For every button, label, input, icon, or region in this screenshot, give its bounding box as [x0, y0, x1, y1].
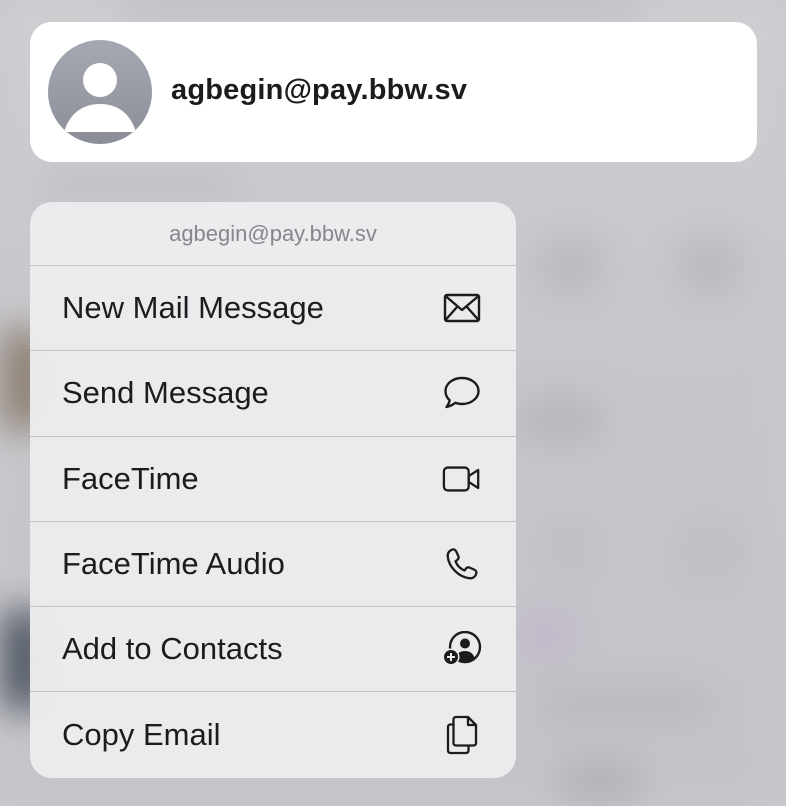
- copy-email-item[interactable]: Copy Email: [30, 692, 516, 777]
- envelope-icon: [442, 288, 482, 328]
- menu-item-label: Send Message: [62, 375, 269, 411]
- facetime-audio-item[interactable]: FaceTime Audio: [30, 522, 516, 608]
- new-mail-message-item[interactable]: New Mail Message: [30, 266, 516, 352]
- menu-item-label: New Mail Message: [62, 290, 324, 326]
- add-to-contacts-item[interactable]: Add to Contacts: [30, 607, 516, 693]
- copy-documents-icon: [442, 715, 482, 755]
- contact-name: agbegin@pay.bbw.sv: [171, 74, 468, 106]
- contact-card: agbegin@pay.bbw.sv: [30, 22, 757, 162]
- avatar: [48, 40, 152, 144]
- send-message-item[interactable]: Send Message: [30, 351, 516, 437]
- person-silhouette-icon: [64, 63, 136, 132]
- speech-bubble-icon: [442, 373, 482, 413]
- contact-action-menu: agbegin@pay.bbw.sv New Mail Message Send…: [30, 202, 516, 778]
- add-person-icon: [442, 629, 482, 669]
- video-camera-icon: [442, 459, 482, 499]
- phone-icon: [442, 544, 482, 584]
- menu-item-label: FaceTime Audio: [62, 546, 285, 582]
- facetime-item[interactable]: FaceTime: [30, 437, 516, 522]
- menu-item-label: Copy Email: [62, 717, 221, 753]
- menu-header: agbegin@pay.bbw.sv: [30, 202, 516, 266]
- menu-item-label: Add to Contacts: [62, 631, 283, 667]
- menu-item-label: FaceTime: [62, 460, 199, 496]
